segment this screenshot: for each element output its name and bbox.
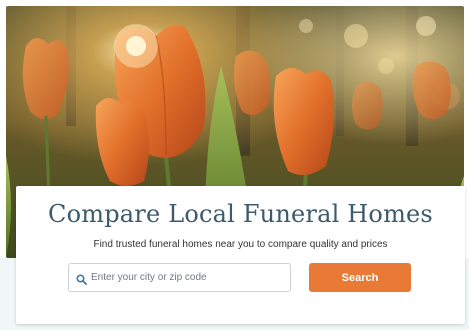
page-title: Compare Local Funeral Homes xyxy=(48,200,433,228)
search-field[interactable] xyxy=(68,263,291,292)
search-icon xyxy=(76,272,87,285)
search-button[interactable]: Search xyxy=(309,263,411,292)
location-input[interactable] xyxy=(91,264,286,291)
search-card: Compare Local Funeral Homes Find trusted… xyxy=(16,186,465,324)
page-subtitle: Find trusted funeral homes near you to c… xyxy=(93,239,388,250)
